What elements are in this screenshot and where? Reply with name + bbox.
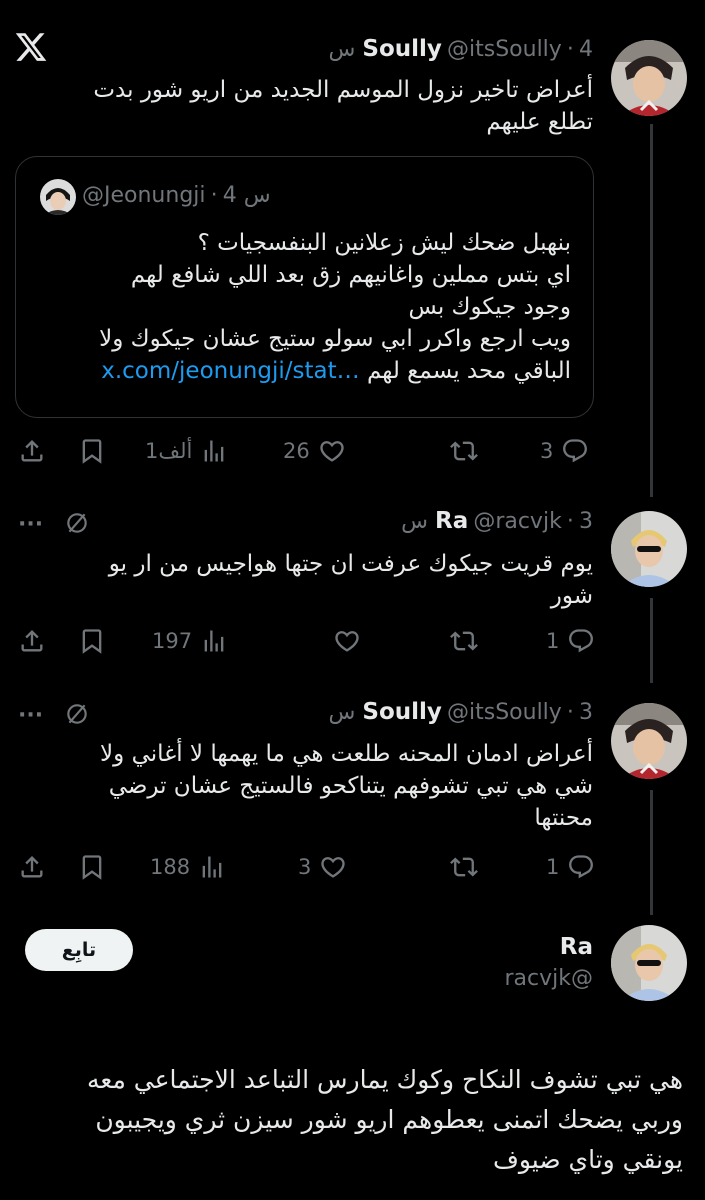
reply-icon	[563, 439, 588, 463]
tweet-text-line: شور	[550, 583, 593, 609]
thread-line	[650, 124, 653, 497]
replies-count: 1	[546, 855, 560, 879]
user-handle[interactable]: @racvjk	[393, 966, 594, 991]
views-icon	[202, 856, 222, 878]
replies-count: 3	[540, 439, 554, 463]
views-count: 197	[152, 629, 193, 653]
retweet-button[interactable]	[442, 437, 478, 465]
like-button[interactable]	[325, 627, 361, 655]
retweet-button[interactable]	[442, 627, 478, 655]
tweet-text-line: يونقي وتاي ضيوف	[492, 1145, 683, 1174]
display-name[interactable]: Soully	[362, 699, 442, 725]
views-button[interactable]: 197	[152, 627, 228, 655]
tweet-text: أعراض ادمان المحنه طلعت هي ما يهمها لا أ…	[13, 738, 593, 834]
quoted-tweet-card[interactable]: @Jeonungji · 4 س بنهبل ضحك ليش زعلانين ا…	[15, 156, 594, 418]
replies-count: 1	[546, 629, 560, 653]
views-icon	[205, 440, 224, 462]
tweet-text-line: وربي يضحك اتمنى يعطوهم اريو شور سيزن ثري…	[95, 1105, 683, 1134]
reply-icon	[569, 855, 594, 879]
avatar[interactable]	[611, 511, 687, 587]
tweet-text-line: تطلع عليهم	[486, 109, 593, 135]
more-options-icon[interactable]: ···	[18, 512, 43, 537]
tweet-header: Soully @itsSoully · 4 س	[328, 36, 593, 62]
share-icon	[21, 856, 43, 878]
more-options-icon[interactable]: ···	[18, 703, 43, 728]
quote-text-line: بنهبل ضحك ليش زعلانين البنفسجيات ؟	[197, 230, 571, 256]
share-icon	[21, 440, 43, 462]
tweet-text-line: أعراض ادمان المحنه طلعت هي ما يهمها لا أ…	[100, 741, 593, 767]
share-button[interactable]	[18, 627, 46, 655]
share-button[interactable]	[18, 853, 46, 881]
display-name[interactable]: Ra	[435, 508, 468, 534]
quote-text-line: الباقي محد يسمع لهم x.com/jeonungji/stat…	[31, 355, 571, 387]
user-handle[interactable]: @racvjk	[473, 509, 562, 534]
like-button[interactable]: 3	[298, 853, 347, 881]
like-button[interactable]: 26	[283, 437, 346, 465]
reply-icon	[569, 629, 594, 653]
retweet-icon	[450, 631, 478, 651]
reply-button[interactable]: 3	[540, 437, 589, 465]
views-count: 188	[150, 855, 191, 879]
quote-text-span: الباقي محد يسمع لهم	[366, 358, 571, 384]
reply-button[interactable]: 1	[546, 627, 595, 655]
tweet-text: يوم قريت جيكوك عرفت ان جتها هواجيس من ار…	[33, 548, 593, 612]
heart-icon	[320, 441, 344, 462]
tweet-text-line: هي تبي تشوف النكاح وكوك يمارس التباعد ال…	[87, 1065, 683, 1094]
quote-text-line: ويب ارجع واكرر ابي سولو ستيج عشان جيكوك …	[99, 326, 571, 352]
bookmark-icon	[82, 439, 102, 464]
views-button[interactable]: 188	[150, 853, 226, 881]
thread-line	[650, 598, 653, 683]
likes-count: 26	[283, 439, 310, 463]
likes-count: 3	[298, 855, 312, 879]
display-name[interactable]: Soully	[362, 36, 442, 62]
follow-button[interactable]: تابِع	[25, 929, 133, 971]
heart-icon	[321, 857, 346, 878]
bookmark-button[interactable]	[78, 627, 106, 655]
bookmark-icon	[82, 855, 102, 880]
views-count: 1ألف	[145, 439, 193, 463]
bookmark-icon	[82, 629, 102, 654]
reply-button[interactable]: 1	[546, 853, 595, 881]
user-handle[interactable]: @itsSoully	[447, 37, 562, 62]
avatar[interactable]	[611, 925, 687, 1001]
tweet-header: Soully @itsSoully · 3 س	[328, 699, 593, 725]
x-logo-icon[interactable]	[14, 30, 50, 66]
user-handle[interactable]: @itsSoully	[447, 700, 562, 725]
avatar[interactable]	[611, 703, 687, 779]
bookmark-button[interactable]	[78, 437, 106, 465]
tweet-header: Ra @racvjk · 3 س	[401, 508, 593, 534]
retweet-button[interactable]	[442, 853, 478, 881]
views-button[interactable]: 1ألف	[145, 437, 228, 465]
tweet-text: أعراض تاخير نزول الموسم الجديد من اريو ش…	[33, 74, 593, 138]
thread-line	[650, 790, 653, 915]
muted-icon	[64, 701, 92, 729]
tweet-text-line: محنتها	[534, 805, 593, 831]
quote-text-line: وجود جيكوك بس	[408, 294, 572, 320]
timestamp: 4 س	[222, 183, 271, 208]
avatar[interactable]	[611, 40, 687, 116]
tweet-text-line: أعراض تاخير نزول الموسم الجديد من اريو ش…	[93, 77, 593, 103]
bookmark-button[interactable]	[78, 853, 106, 881]
muted-icon	[64, 510, 92, 538]
quote-text: بنهبل ضحك ليش زعلانين البنفسجيات ؟ اي بت…	[31, 227, 571, 387]
avatar	[40, 179, 76, 215]
quote-link[interactable]: x.com/jeonungji/stat…	[101, 358, 359, 384]
user-handle: @Jeonungji	[82, 183, 206, 208]
retweet-icon	[450, 857, 478, 877]
main-author: Ra @racvjk	[393, 934, 594, 991]
quote-text-line: اي بتس مملين واغانيهم زق بعد اللي شافع ل…	[130, 262, 571, 288]
share-icon	[21, 630, 43, 652]
tweet-text-line: يوم قريت جيكوك عرفت ان جتها هواجيس من ار…	[108, 551, 593, 577]
share-button[interactable]	[18, 437, 46, 465]
heart-icon	[335, 631, 359, 652]
retweet-icon	[450, 441, 478, 461]
quote-header: @Jeonungji · 4 س	[82, 183, 271, 208]
main-tweet-text: هي تبي تشوف النكاح وكوك يمارس التباعد ال…	[13, 1060, 683, 1180]
tweet-text-line: شي هي تبي تشوفهم يتناكحو فالستيج عشان تر…	[108, 773, 593, 799]
views-icon	[204, 630, 224, 652]
display-name[interactable]: Ra	[393, 934, 593, 960]
